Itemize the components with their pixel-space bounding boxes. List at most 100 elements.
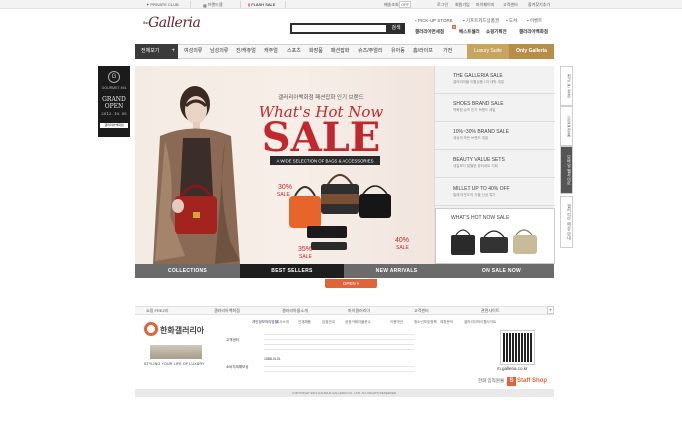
hero-kicker: 갤러리아백화점 패션잡화 인기 브랜드 xyxy=(278,93,364,101)
store-building-image xyxy=(150,345,202,359)
hero-side-menu: THE GALLERIA SALE 갤러리아몰 이월상품 1차 대박 세일 SH… xyxy=(434,66,555,264)
nav-item-home[interactable]: 홈/라이프 xyxy=(413,44,433,59)
hanwha-logo-icon xyxy=(144,322,158,336)
open-toggle-button[interactable]: OPEN ▾ xyxy=(325,279,377,288)
side-item-hot-now[interactable]: WHAT'S HOT NOW SALE xyxy=(435,208,555,264)
footer-link-5[interactable]: 고객센터 xyxy=(414,308,429,314)
luxury-suite-button[interactable]: Luxury Suite xyxy=(467,44,509,59)
quick-store-guide[interactable]: 갤러리아 매장 안내 xyxy=(560,196,573,248)
search-input[interactable] xyxy=(290,23,388,34)
badge-35-sale: SALE xyxy=(299,254,312,260)
plus-icon: + xyxy=(171,48,175,54)
company-link[interactable]: 회사소개 xyxy=(276,320,289,325)
footer-link-3[interactable]: 갤러리아몰소개 xyxy=(282,308,308,314)
grid-icon: ▦ xyxy=(203,2,207,8)
side-item-shoes-sale[interactable]: SHOES BRAND SALE 백화점 슈즈 인기 브랜드 세일 xyxy=(435,94,555,122)
nav-item-men[interactable]: 남성의류 xyxy=(210,44,228,59)
quick-today-viewed[interactable]: 오늘본상품 xyxy=(560,106,573,146)
footer-expand-icon[interactable]: + xyxy=(547,306,554,314)
gourmet-ad-banner[interactable]: G GOURMET 494 GRAND OPEN 2012. 10. 05 갤러리… xyxy=(98,66,130,137)
bookmark-link[interactable]: 즐겨찾기추가 xyxy=(528,2,550,8)
divider xyxy=(285,1,286,8)
ad-brand: GOURMET 494 xyxy=(101,86,127,90)
gift-card-link[interactable]: ▪ 기프트카드상품권 xyxy=(463,18,499,24)
toggle-off[interactable]: OFF xyxy=(399,1,411,8)
phone-number: 1588-0121 xyxy=(264,357,281,361)
badge-40: 40% xyxy=(395,237,409,244)
hanwha-logo-text: 한화갤러리아 xyxy=(160,326,205,335)
nav-item-electronics[interactable]: 가전 xyxy=(443,44,452,59)
escrow-info-text xyxy=(264,362,414,376)
side-item-galleria-sale[interactable]: THE GALLERIA SALE 갤러리아몰 이월상품 1차 대박 세일 xyxy=(435,66,555,94)
delivery-link[interactable]: 배송조회 xyxy=(384,2,399,8)
badge-30: 30% xyxy=(278,184,292,191)
search-button[interactable]: 검색 xyxy=(387,23,405,34)
qr-code xyxy=(500,330,535,365)
all-categories-button[interactable]: 전체보기 + xyxy=(135,44,178,59)
hero-sale: SALE xyxy=(262,114,381,161)
fair-trade-link[interactable]: 공정거래자율준수 xyxy=(345,320,371,325)
chevron-down-icon: ▾ xyxy=(356,281,360,286)
plan-link[interactable]: 쇼핑기획전 xyxy=(486,29,507,35)
nav-item-jeans[interactable]: 진/캐쥬얼 xyxy=(236,44,256,59)
private-club-link[interactable]: ✦ PRIVATE CLUB xyxy=(146,2,179,7)
divider xyxy=(190,1,191,8)
customer-center-link[interactable]: 고객센터 xyxy=(503,2,518,8)
staff-shop-link[interactable]: S Staff Shop xyxy=(507,376,549,386)
mall-name-link[interactable]: 갤러리아면세점 xyxy=(415,29,444,35)
mypage-link[interactable]: 마이페이지 xyxy=(476,2,494,8)
nav-item-casual[interactable]: 캐주얼 xyxy=(264,44,278,59)
footer-link-6[interactable]: 관련사이트 xyxy=(481,308,499,314)
pickup-store-link[interactable]: ▪ PICK-UP STORE xyxy=(415,18,453,23)
hero-illustration: 갤러리아백화점 패션잡화 인기 브랜드 What's Hot Now SALE … xyxy=(153,86,409,264)
nav-item-shoes-jewelry[interactable]: 슈즈/주얼리 xyxy=(358,44,382,59)
mobile-url[interactable]: m.galleria.co.kr xyxy=(497,366,528,371)
quick-recent-viewed[interactable]: 최근 본 상품 xyxy=(560,66,573,106)
privacy-link[interactable]: 개인정보처리방침 xyxy=(252,320,278,325)
hot-bags-thumbs xyxy=(451,229,537,255)
hero-banner[interactable]: 갤러리아백화점 패션잡화 인기 브랜드 What's Hot Now SALE … xyxy=(135,66,434,264)
event-link[interactable]: ▪ 이벤트 xyxy=(527,18,542,24)
top-utility-bar xyxy=(0,0,682,9)
nav-item-sports[interactable]: 스포츠 xyxy=(287,44,301,59)
login-link[interactable]: 로그인 xyxy=(437,2,448,8)
store-apply-link[interactable]: 입점안내 xyxy=(322,320,335,325)
shop-link[interactable]: ▪ 도서 xyxy=(506,18,517,24)
galleria-site-link[interactable]: 갤러리아하이웹사이트 xyxy=(464,320,496,325)
best-sellers-link[interactable]: 베스트셀러 xyxy=(459,29,480,35)
galleria-store-link[interactable]: 갤러리아백화점 xyxy=(519,29,548,35)
tab-best-sellers[interactable]: BEST SELLERS xyxy=(240,264,344,278)
ad-headline: GRAND OPEN xyxy=(102,96,126,110)
careers-link[interactable]: 인재채용 xyxy=(298,320,311,325)
footer-link-4[interactable]: 마이갤러리아 xyxy=(348,308,370,314)
ad-date: 2012. 10. 05 xyxy=(101,111,127,116)
nav-item-women[interactable]: 여성의류 xyxy=(184,44,202,59)
side-item-millet[interactable]: MILLET UP TO 40% OFF 밀레 아웃도어 가을 신상 특가 xyxy=(435,178,555,206)
brand-list-link[interactable]: ▦ 브랜드맵 xyxy=(203,2,223,8)
tab-collections[interactable]: COLLECTIONS xyxy=(135,264,240,278)
badge-40-sale: SALE xyxy=(396,245,409,251)
tagline: STYLING YOUR LIFE OF LUXURY xyxy=(144,362,205,366)
galleria-logo[interactable]: theGalleria xyxy=(143,12,201,36)
side-item-beauty-sets[interactable]: BEAUTY VALUE SETS 세일보다 알뜰한 뷰티세트 기회 xyxy=(435,150,555,178)
only-galleria-button[interactable]: Only Galleria xyxy=(509,44,554,59)
partnership-link[interactable]: 제휴문의 xyxy=(440,320,453,325)
staff-shop-icon: S xyxy=(507,376,516,386)
quick-mobile-web[interactable]: 모바일 웹사이트 xyxy=(560,146,573,194)
signup-link[interactable]: 회원가입 xyxy=(455,2,470,8)
youth-policy-link[interactable]: 청소년보호정책 xyxy=(414,320,437,325)
footer-link-1[interactable]: 쇼핑 FREZ리 xyxy=(146,308,169,314)
star-icon: ✦ xyxy=(146,2,150,7)
flash-sale-link[interactable]: ▮ FLASH SALE xyxy=(248,2,275,7)
nav-item-accessories[interactable]: 패션잡화 xyxy=(331,44,349,59)
terms-link[interactable]: 이용약관 xyxy=(390,320,403,325)
bolt-icon: ▮ xyxy=(248,2,251,7)
nav-item-kids[interactable]: 유아동 xyxy=(391,44,405,59)
tab-on-sale-now[interactable]: ON SALE NOW xyxy=(449,264,554,278)
nav-item-cosmetics[interactable]: 화장품 xyxy=(309,44,323,59)
footer-link-2[interactable]: 갤러리아백화점 xyxy=(214,308,240,314)
tab-new-arrivals[interactable]: NEW ARRIVALS xyxy=(344,264,449,278)
side-item-brand-sale[interactable]: 10%~30% BRAND SALE 세상의 모든 브랜드 세일 xyxy=(435,122,555,150)
hero-ribbon-text: A WIDE SELECTION OF BAGS & ACCESSORIES xyxy=(277,159,374,164)
gourmet-logo: G xyxy=(108,71,120,83)
